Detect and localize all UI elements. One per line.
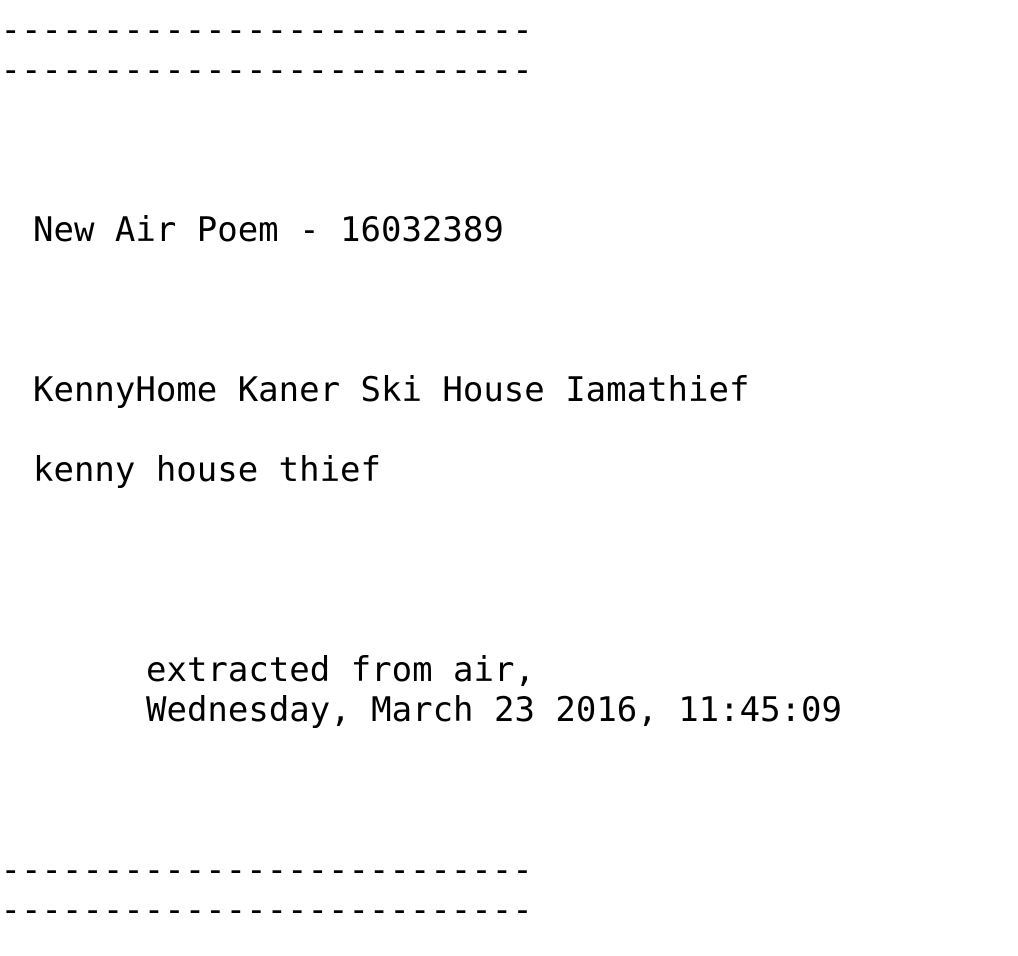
bottom-rule-1: ------------------------------ <box>0 850 536 890</box>
poem-line-1: KennyHome Kaner Ski House Iamathief <box>33 370 750 410</box>
extracted-label: extracted from air, <box>146 650 535 690</box>
poem-line-2: kenny house thief <box>33 450 381 490</box>
poem-title: New Air Poem - 16032389 <box>33 210 504 250</box>
bottom-rule-2: ------------------------------ <box>0 890 536 930</box>
top-rule-2: ------------------------------ <box>0 50 536 90</box>
extraction-timestamp: Wednesday, March 23 2016, 11:45:09 <box>146 690 842 730</box>
top-rule-1: ------------------------------ <box>0 10 536 50</box>
